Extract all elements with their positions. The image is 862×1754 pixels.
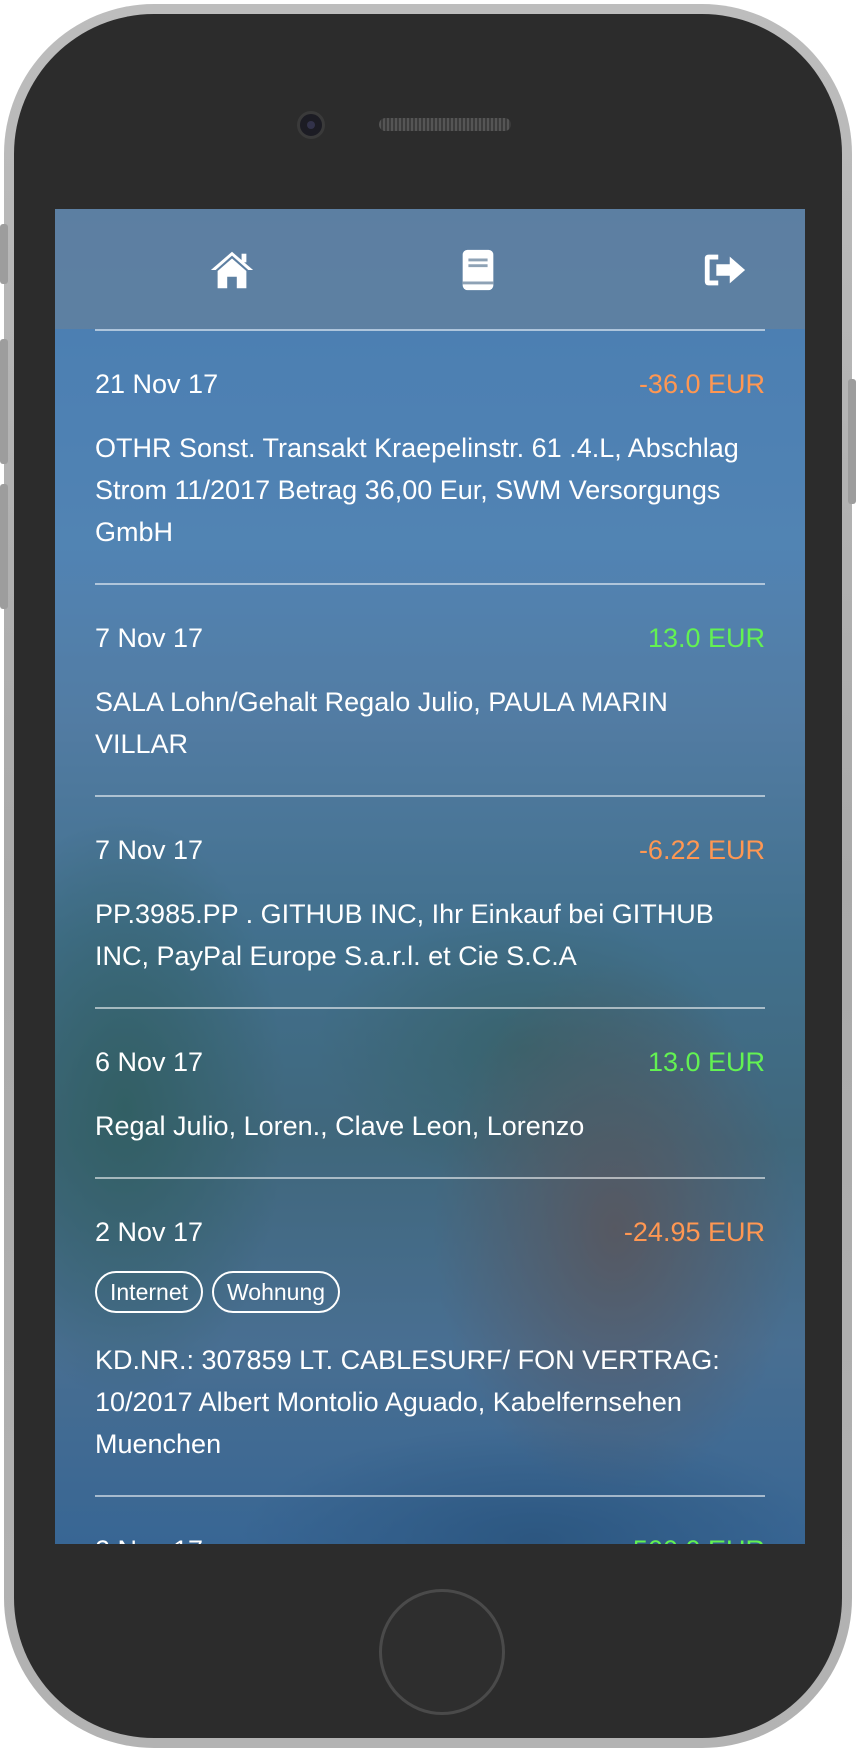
- transaction-item[interactable]: 2 Nov 17 500.0 EUR: [95, 1495, 765, 1544]
- transaction-item[interactable]: 2 Nov 17 -24.95 EUR Internet Wohnung KD.NR.:…: [95, 1177, 765, 1495]
- transaction-list: 21 Nov 17 -36.0 EUR OTHR Sonst. Transakt K…: [95, 329, 765, 1544]
- earpiece-speaker: [379, 118, 511, 131]
- transaction-date: 7 Nov 17: [95, 623, 204, 653]
- transaction-header: 2 Nov 17 -24.95 EUR: [95, 1215, 765, 1249]
- transaction-item[interactable]: 21 Nov 17 -36.0 EUR OTHR Sonst. Transakt K…: [95, 329, 765, 583]
- transaction-header: 21 Nov 17 -36.0 EUR: [95, 367, 765, 401]
- nav-book[interactable]: [453, 245, 503, 295]
- transaction-description: KD.NR.: 307859 LT. CABLESURF/ FON VERTRA…: [95, 1345, 720, 1459]
- transaction-item[interactable]: 7 Nov 17 -6.22 EUR PP.3985.PP . GITHUB INC…: [95, 795, 765, 1007]
- transaction-description: SALA Lohn/Gehalt Regalo Julio, PAULA MAR…: [95, 687, 668, 759]
- front-camera: [297, 111, 325, 139]
- power-button: [848, 379, 856, 504]
- nav-logout[interactable]: [699, 245, 749, 295]
- top-navbar: [55, 209, 805, 329]
- app-screen: 21 Nov 17 -36.0 EUR OTHR Sonst. Transakt K…: [55, 209, 805, 1544]
- transaction-amount: 13.0 EUR: [647, 1047, 765, 1077]
- transaction-date: 7 Nov 17: [95, 835, 204, 865]
- transaction-date: 2 Nov 17: [95, 1533, 203, 1544]
- book-icon: [462, 249, 494, 291]
- transaction-header: 7 Nov 17 13.0 EUR: [95, 621, 765, 655]
- transaction-item[interactable]: 6 Nov 17 13.0 EUR Regal Julio, Loren., Cla…: [95, 1007, 765, 1177]
- transaction-amount: -36.0 EUR: [638, 369, 765, 399]
- transaction-amount: 500.0 EUR: [633, 1533, 765, 1544]
- transaction-date: 2 Nov 17: [95, 1217, 204, 1247]
- tag-list: Internet Wohnung: [95, 1271, 765, 1313]
- transaction-header: 6 Nov 17 13.0 EUR: [95, 1045, 765, 1079]
- transaction-amount: -24.95 EUR: [623, 1217, 765, 1247]
- nav-home[interactable]: [207, 245, 257, 295]
- transaction-amount: 13.0 EUR: [647, 623, 765, 653]
- volume-down-button: [0, 484, 8, 609]
- home-icon: [210, 251, 254, 289]
- transaction-header: 7 Nov 17 -6.22 EUR: [95, 833, 765, 867]
- category-tag[interactable]: Internet: [95, 1271, 203, 1313]
- category-tag[interactable]: Wohnung: [212, 1271, 341, 1313]
- home-button[interactable]: [379, 1589, 505, 1715]
- transaction-item[interactable]: 7 Nov 17 13.0 EUR SALA Lohn/Gehalt Regalo …: [95, 583, 765, 795]
- mute-switch: [0, 224, 8, 284]
- transaction-amount: -6.22 EUR: [638, 835, 765, 865]
- transaction-date: 6 Nov 17: [95, 1047, 204, 1077]
- volume-up-button: [0, 339, 8, 464]
- transaction-description: OTHR Sonst. Transakt Kraepelinstr. 61 .4…: [95, 433, 739, 547]
- sign-out-icon: [704, 254, 746, 286]
- transaction-description: PP.3985.PP . GITHUB INC, Ihr Einkauf bei…: [95, 899, 714, 971]
- transaction-header: 2 Nov 17 500.0 EUR: [95, 1533, 765, 1544]
- transaction-description: Regal Julio, Loren., Clave Leon, Lorenzo: [95, 1111, 585, 1141]
- transaction-date: 21 Nov 17: [95, 369, 219, 399]
